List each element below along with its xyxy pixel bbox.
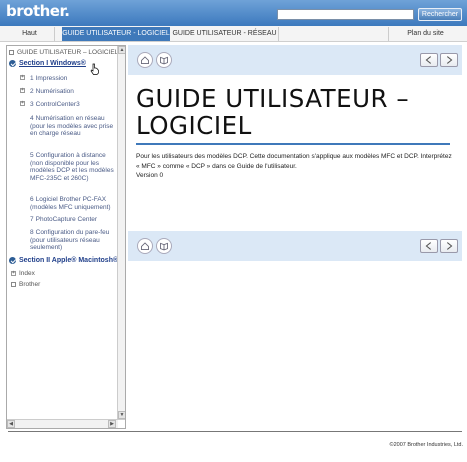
- item-number: 8: [30, 229, 34, 236]
- sidebar-item-label: Brother: [19, 281, 41, 288]
- previous-page-icon[interactable]: [420, 239, 438, 253]
- next-page-icon[interactable]: [440, 53, 458, 67]
- sidebar-item-7[interactable]: +7PhotoCapture Center: [30, 216, 118, 224]
- search-button[interactable]: Rechercher: [418, 8, 462, 21]
- top-navigation: Haut GUIDE UTILISATEUR - LOGICIEL GUIDE …: [0, 26, 467, 42]
- sidebar-item-label: PhotoCapture Center: [35, 216, 98, 223]
- tab-network-guide[interactable]: GUIDE UTILISATEUR - RÉSEAU: [171, 27, 279, 41]
- vertical-scrollbar[interactable]: ▲ ▼: [117, 46, 125, 419]
- sidebar-item-8[interactable]: +8Configuration du pare-feu (pour utilis…: [30, 229, 118, 260]
- sidebar-item-6[interactable]: +6Logiciel Brother PC-FAX (modèles MFC u…: [30, 196, 118, 211]
- sidebar-item-label: Numérisation: [35, 88, 74, 95]
- tab-sitemap[interactable]: Plan du site: [388, 27, 462, 41]
- sidebar-item-brother[interactable]: Brother: [11, 281, 40, 288]
- sidebar-item-label: Section II Apple® Macintosh®: [19, 257, 119, 265]
- expand-circle-icon: [9, 60, 16, 67]
- title-divider: [136, 143, 450, 145]
- sidebar-item-2[interactable]: +2 Numérisation: [20, 88, 118, 96]
- page-toolbar-top: [128, 45, 462, 75]
- home-icon[interactable]: [137, 52, 153, 68]
- search-input[interactable]: [277, 9, 414, 20]
- header-bar: brother. Rechercher: [0, 0, 467, 26]
- sidebar-item-section-windows[interactable]: Section I Windows®: [9, 60, 86, 67]
- expand-icon: +: [20, 100, 25, 106]
- sidebar-item-label: Logiciel Brother PC-FAX (modèles MFC uni…: [30, 196, 111, 211]
- footer-divider: [8, 431, 462, 432]
- expand-icon: +: [20, 87, 25, 93]
- scroll-up-icon[interactable]: ▲: [118, 46, 125, 54]
- page-title: GUIDE UTILISATEUR – LOGICIEL: [136, 84, 410, 140]
- version-text: Version 0: [136, 172, 164, 179]
- item-number: 1: [30, 75, 34, 82]
- sidebar-navigation: GUIDE UTILISATEUR – LOGICIEL Section I W…: [6, 45, 126, 429]
- previous-page-icon[interactable]: [420, 53, 438, 67]
- description-text: Pour les utilisateurs des modèles DCP. C…: [136, 153, 452, 170]
- sidebar-item-label: Configuration à distance (non disponible…: [30, 152, 114, 182]
- scroll-down-icon[interactable]: ▼: [118, 411, 125, 419]
- expand-circle-icon: [9, 257, 16, 264]
- expand-icon: +: [11, 269, 16, 276]
- brother-logo[interactable]: brother.: [6, 2, 70, 20]
- sidebar-item-label: GUIDE UTILISATEUR – LOGICIEL: [17, 49, 119, 56]
- sidebar-item-4[interactable]: +4Numérisation en réseau (pour les modèl…: [30, 115, 118, 146]
- item-number: 5: [30, 152, 34, 159]
- sidebar-item-label: Numérisation en réseau (pour les modèles…: [30, 115, 114, 137]
- sidebar-item-label: ControlCenter3: [35, 101, 80, 108]
- book-icon[interactable]: [156, 52, 172, 68]
- sidebar-item-3[interactable]: +3 ControlCenter3: [20, 101, 118, 109]
- sidebar-item-root[interactable]: GUIDE UTILISATEUR – LOGICIEL: [9, 49, 118, 56]
- item-number: 7: [30, 216, 34, 223]
- tab-software-guide[interactable]: GUIDE UTILISATEUR - LOGICIEL: [62, 27, 170, 41]
- home-icon[interactable]: [137, 238, 153, 254]
- scroll-right-icon[interactable]: ▶: [108, 420, 116, 428]
- next-page-icon[interactable]: [440, 239, 458, 253]
- hand-cursor-icon: [90, 63, 99, 75]
- copyright-text: ©2007 Brother Industries, Ltd.: [389, 442, 463, 448]
- page-toolbar-bottom: [128, 231, 462, 261]
- sidebar-item-label: Index: [19, 270, 35, 277]
- sidebar-item-index[interactable]: + Index: [11, 270, 35, 277]
- tab-home[interactable]: Haut: [5, 27, 55, 41]
- scroll-left-icon[interactable]: ◀: [7, 420, 15, 428]
- sidebar-item-label: Configuration du pare-feu (pour utilisat…: [30, 229, 110, 251]
- sidebar-item-label: Impression: [35, 75, 68, 82]
- sidebar-item-1[interactable]: +1 Impression: [20, 75, 118, 83]
- horizontal-scrollbar[interactable]: ◀ ▶: [7, 419, 125, 428]
- item-number: 2: [30, 88, 34, 95]
- page-description: Pour les utilisateurs des modèles DCP. C…: [136, 152, 456, 181]
- page-icon: [9, 49, 14, 55]
- sidebar-item-5[interactable]: +5Configuration à distance (non disponib…: [30, 152, 118, 190]
- book-icon[interactable]: [156, 238, 172, 254]
- main-content: GUIDE UTILISATEUR – LOGICIEL Pour les ut…: [128, 45, 462, 429]
- expand-icon: +: [20, 74, 25, 80]
- sidebar-item-section-macintosh[interactable]: Section II Apple® Macintosh®: [9, 257, 118, 264]
- page-icon: [11, 281, 16, 287]
- item-number: 6: [30, 196, 34, 203]
- sidebar-item-label: Section I Windows®: [19, 60, 86, 68]
- item-number: 4: [30, 115, 34, 122]
- scrollbar-corner: [118, 420, 125, 428]
- item-number: 3: [30, 101, 34, 108]
